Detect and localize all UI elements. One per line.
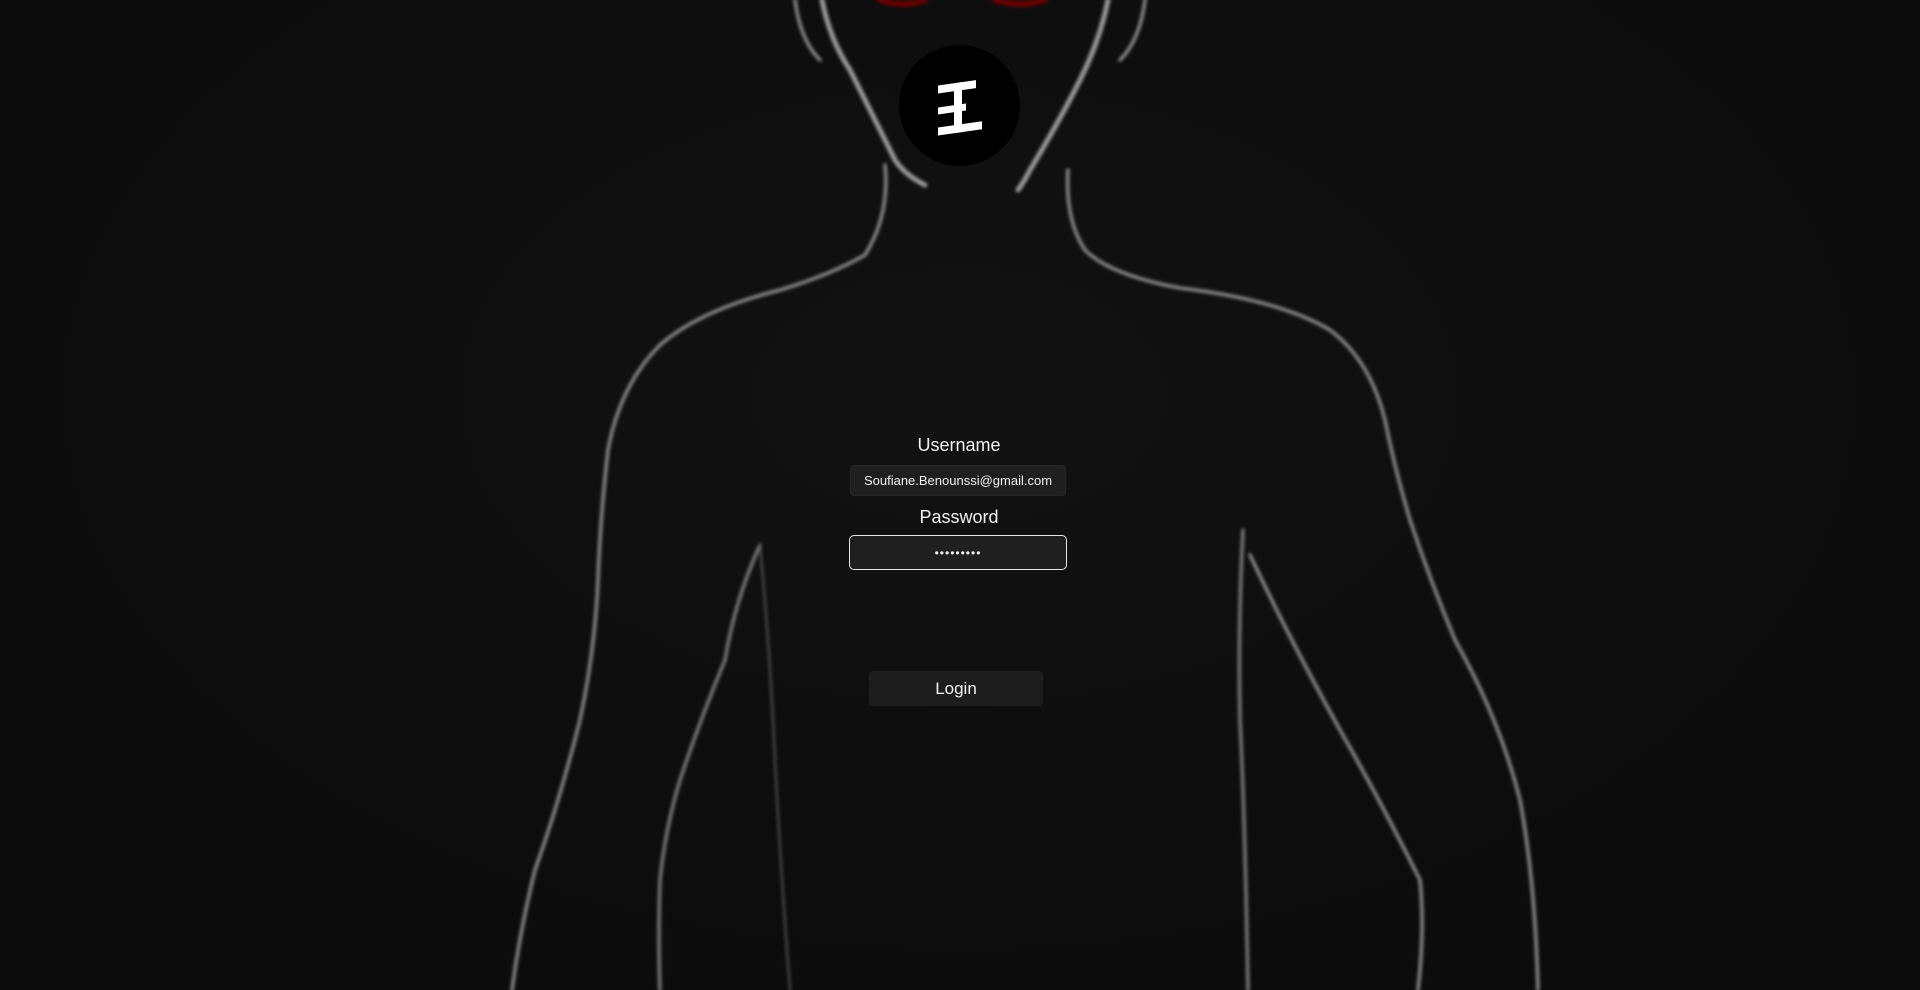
- brand-logo-icon: [899, 45, 1020, 166]
- password-label: Password: [919, 507, 999, 527]
- username-label: Username: [917, 435, 1001, 455]
- login-button[interactable]: Login: [869, 671, 1043, 706]
- username-input[interactable]: [850, 465, 1066, 496]
- login-page: Username Password Login: [0, 0, 1920, 990]
- password-input[interactable]: [849, 535, 1067, 570]
